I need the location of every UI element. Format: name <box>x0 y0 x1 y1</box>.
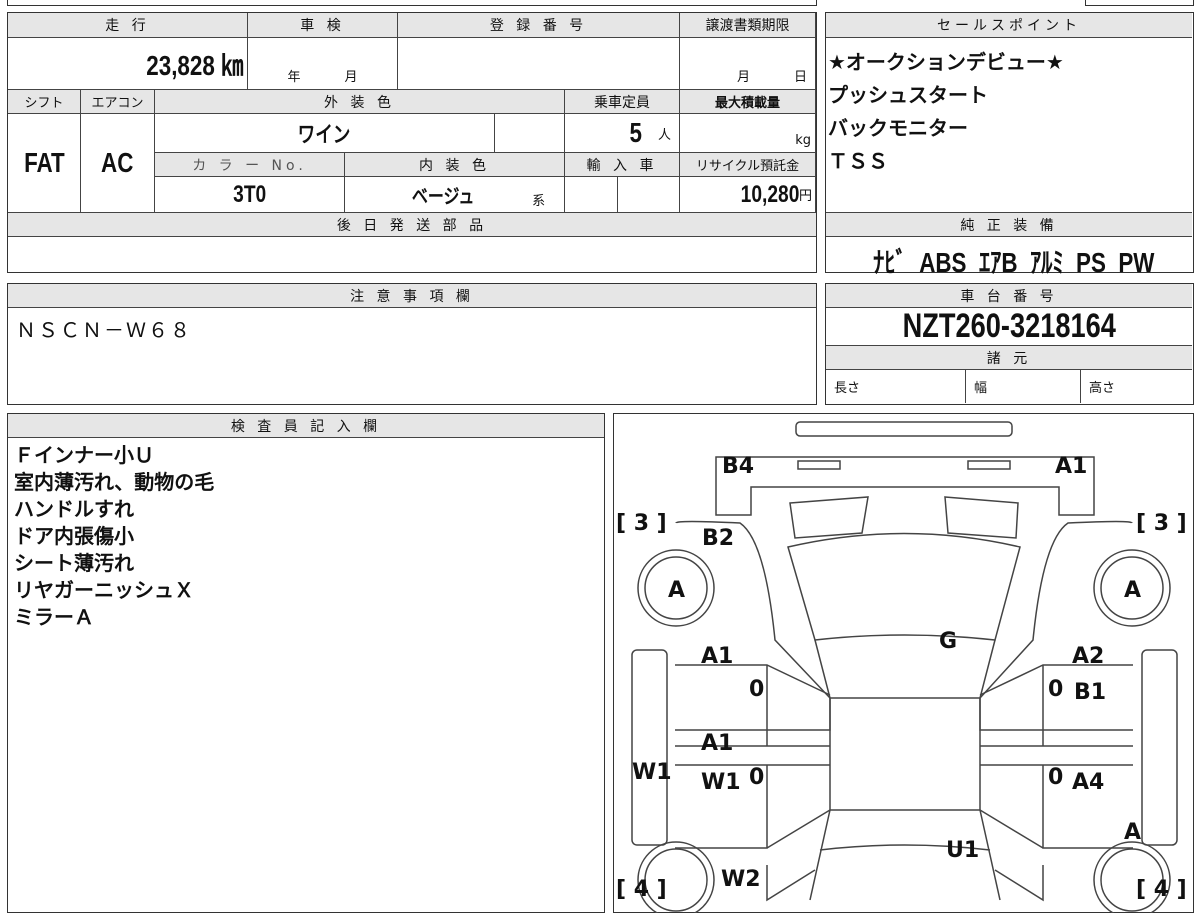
width-label: 幅 <box>966 370 1081 403</box>
capacity-label: 乗車定員 <box>565 90 680 114</box>
mark-a1-front-door: A1 <box>701 731 733 756</box>
mark-w1-sill: W1 <box>632 760 672 785</box>
inspector-note: 室内薄汚れ、動物の毛 <box>14 470 215 494</box>
recycle-fee: 10,280 <box>740 180 799 208</box>
mark-tire-a-rr: A <box>1124 578 1141 603</box>
bracket-4-left: [ 4 ] <box>616 877 667 902</box>
sales-point: バックモニター <box>828 116 968 140</box>
mark-0: 0 <box>749 677 764 702</box>
inspector-box: 検 査 員 記 入 欄 Ｆインナー小Ｕ 室内薄汚れ、動物の毛 ハンドルすれ ドア… <box>7 413 605 913</box>
ac-label: エアコン <box>81 90 155 114</box>
top-strip <box>7 0 817 6</box>
interior-suffix: 系 <box>532 194 546 209</box>
height-label: 高さ <box>1089 381 1116 396</box>
import-cell-2 <box>618 177 680 213</box>
car-diagram-box: B4 A1 [ 3 ] [ 3 ] B2 A A G A1 A2 0 0 B1 … <box>613 413 1194 913</box>
mark-b1: B1 <box>1074 680 1106 705</box>
sales-points-box: セールスポイント ★オークションデビュー★ プッシュスタート バックモニター Ｔ… <box>825 12 1194 278</box>
color-no-label: カ ラ ー No. <box>155 153 345 177</box>
registration-value <box>398 38 680 90</box>
inspector-note: シート薄汚れ <box>14 551 134 575</box>
mark-g: G <box>939 629 957 654</box>
transfer-month: 月 <box>736 70 750 85</box>
sales-points-label: セールスポイント <box>826 13 1192 38</box>
mark-b2: B2 <box>702 526 734 551</box>
mark-b4: B4 <box>722 454 754 479</box>
transfer-day: 日 <box>793 70 807 85</box>
blank-cell <box>495 114 565 153</box>
notes-box: 注 意 事 項 欄 ＮＳＣＮ－Ｗ６８ <box>7 283 817 405</box>
mark-a4: A4 <box>1072 770 1104 795</box>
sales-point: ★オークションデビュー★ <box>828 50 1064 74</box>
inspection-year: 年 <box>287 70 301 85</box>
transfer-deadline-label: 譲渡書類期限 <box>680 13 816 38</box>
interior-color-value: ベージュ <box>411 186 475 208</box>
bracket-4-right: [ 4 ] <box>1136 877 1187 902</box>
mark-w2: W2 <box>721 867 761 892</box>
mark-a1-rear: A1 <box>1055 454 1087 479</box>
color-no-value: 3T0 <box>232 180 267 208</box>
shift-label: シフト <box>8 90 81 114</box>
capacity-value: 5 <box>629 117 643 148</box>
later-parts-value <box>8 237 816 271</box>
car-diagram: B4 A1 [ 3 ] [ 3 ] B2 A A G A1 A2 0 0 B1 … <box>616 420 1187 913</box>
equipment-label: 純 正 装 備 <box>826 212 1192 237</box>
mark-tire-a-fr: A <box>1124 820 1141 845</box>
mark-a1-rear-door: A1 <box>701 644 733 669</box>
notes-text: ＮＳＣＮ－Ｗ６８ <box>16 318 192 342</box>
chassis-number: NZT260-3218164 <box>902 307 1116 345</box>
mark-a2: A2 <box>1072 644 1104 669</box>
inspector-label: 検 査 員 記 入 欄 <box>8 414 604 438</box>
bracket-3-right: [ 3 ] <box>1136 511 1187 536</box>
length-label: 長さ <box>826 370 966 403</box>
chassis-label: 車 台 番 号 <box>826 284 1192 308</box>
mileage-label: 走 行 <box>8 13 248 38</box>
interior-color-label: 内 装 色 <box>345 153 565 177</box>
top-strip-right <box>1085 0 1194 6</box>
registration-label: 登 録 番 号 <box>398 13 680 38</box>
capacity-unit: 人 <box>657 127 671 143</box>
mark-0: 0 <box>749 765 764 790</box>
mark-tire-a-rl: A <box>668 578 685 603</box>
later-parts-label: 後 日 発 送 部 品 <box>8 213 816 237</box>
bracket-3-left: [ 3 ] <box>616 511 667 536</box>
shift-value: FAT <box>23 147 65 178</box>
max-load-unit: kg <box>680 114 816 153</box>
max-load-label: 最大積載量 <box>680 90 816 114</box>
chassis-box: 車 台 番 号 NZT260-3218164 諸 元 長さ 幅 高さ <box>825 283 1194 405</box>
mark-u1: U1 <box>946 838 979 863</box>
ac-value: AC <box>101 147 134 178</box>
inspection-label: 車 検 <box>248 13 398 38</box>
import-label: 輸 入 車 <box>565 153 680 177</box>
mark-w1: W1 <box>701 770 741 795</box>
import-cell-1 <box>565 177 618 213</box>
equipment-items: ﾅﾋﾞ ABS ｴｱB ｱﾙﾐ PS PW <box>873 247 1155 278</box>
specs-label: 諸 元 <box>826 346 1192 370</box>
inspector-note: ハンドルすれ <box>14 497 134 521</box>
recycle-unit: 円 <box>798 189 812 204</box>
inspector-note: リヤガーニッシュＸ <box>14 578 194 602</box>
mark-0: 0 <box>1048 677 1063 702</box>
recycle-label: リサイクル預託金 <box>680 153 816 177</box>
sales-point: プッシュスタート <box>828 83 988 107</box>
exterior-color-label: 外 装 色 <box>155 90 565 114</box>
sales-point: ＴＳＳ <box>828 149 888 173</box>
notes-label: 注 意 事 項 欄 <box>8 284 816 308</box>
inspection-month: 月 <box>344 70 358 85</box>
exterior-color-value: ワイン <box>298 122 351 147</box>
inspector-note: ミラーＡ <box>14 605 94 629</box>
mileage-value: 23,828 ㎞ <box>145 49 243 81</box>
inspector-note: Ｆインナー小Ｕ <box>14 443 154 467</box>
vehicle-info-table: 走 行 車 検 登 録 番 号 譲渡書類期限 23,828 ㎞ 年 月 月 日 シフ… <box>7 12 817 273</box>
mark-0: 0 <box>1048 765 1063 790</box>
inspector-note: ドア内張傷小 <box>14 524 134 548</box>
